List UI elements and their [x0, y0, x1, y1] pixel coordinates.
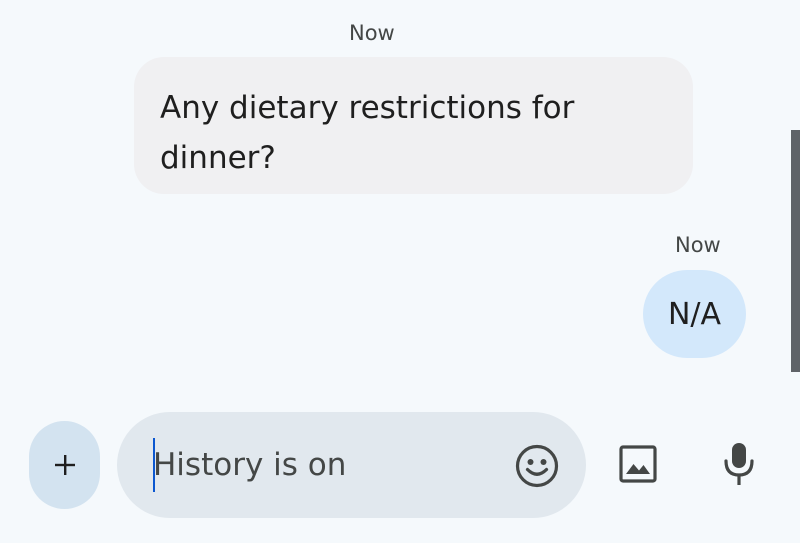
- gallery-button[interactable]: [614, 440, 662, 488]
- message-timestamp: Now: [349, 21, 395, 45]
- compose-bar: [117, 412, 586, 518]
- incoming-message-bubble[interactable]: Any dietary restrictions for dinner?: [134, 57, 693, 194]
- voice-button[interactable]: [715, 438, 763, 490]
- emoji-button[interactable]: [513, 442, 561, 490]
- text-cursor: [153, 438, 155, 492]
- outgoing-message-bubble[interactable]: N/A: [643, 270, 746, 358]
- plus-icon: [54, 455, 75, 475]
- message-timestamp: Now: [675, 233, 721, 257]
- microphone-icon: [724, 443, 754, 485]
- attach-button[interactable]: [29, 421, 100, 509]
- messages-screen: Now Any dietary restrictions for dinner?…: [0, 0, 800, 543]
- image-icon: [619, 445, 657, 483]
- emoji-icon: [515, 444, 559, 488]
- message-input[interactable]: [153, 440, 493, 490]
- scrollbar[interactable]: [791, 130, 800, 372]
- message-text: N/A: [667, 296, 722, 332]
- message-text: Any dietary restrictions for dinner?: [160, 90, 575, 176]
